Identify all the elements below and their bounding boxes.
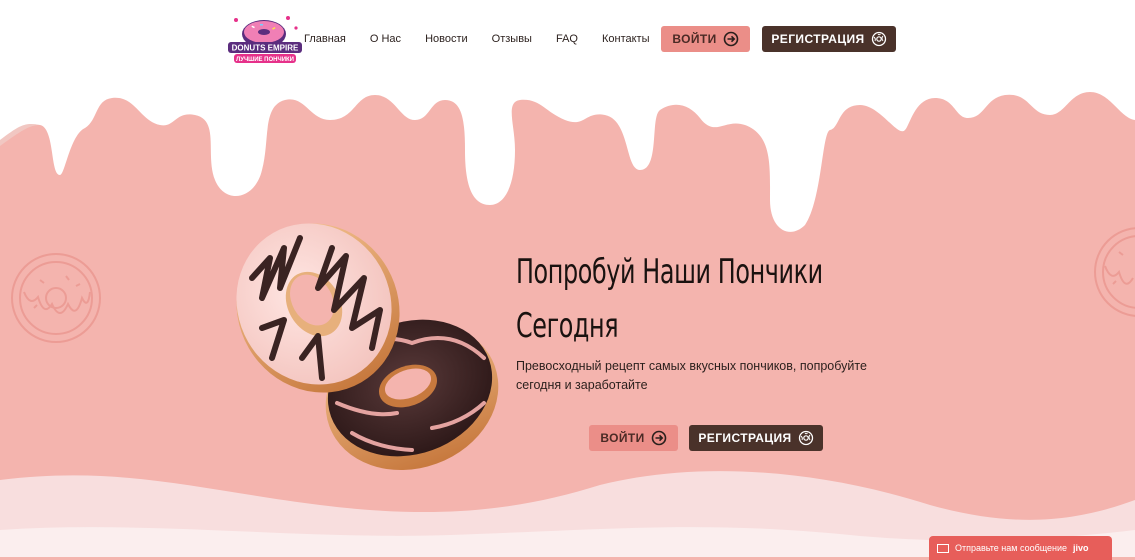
donut-outline-decoration-right (1094, 227, 1135, 317)
donut-outline-decoration (11, 253, 101, 343)
hero-subtitle: Превосходный рецепт самых вкусных пончик… (516, 359, 867, 392)
header-login-label: ВОЙТИ (672, 32, 717, 46)
header-register-label: РЕГИСТРАЦИЯ (771, 32, 865, 46)
logo-title: DONUTS EMPIRE (232, 44, 299, 53)
nav-about[interactable]: О Нас (370, 31, 401, 47)
arrow-right-circle-icon (651, 430, 666, 446)
chat-widget-brand: jivo (1073, 543, 1089, 553)
donut-icon (871, 31, 886, 47)
arrow-right-circle-icon (723, 31, 738, 47)
hero-title-line2: Сегодня (516, 306, 619, 346)
logo-tagline: ЛУЧШИЕ ПОНЧИКИ (236, 57, 294, 63)
header-register-button[interactable]: РЕГИСТРАЦИЯ (762, 26, 896, 52)
hero-title-line1: Попробуй Наши Пончики (516, 252, 823, 292)
nav-home[interactable]: Главная (304, 31, 346, 47)
hero-register-label: РЕГИСТРАЦИЯ (698, 431, 792, 445)
hero-register-button[interactable]: РЕГИСТРАЦИЯ (689, 425, 823, 451)
nav-reviews[interactable]: Отзывы (492, 31, 532, 47)
site-header: DONUTS EMPIRE ЛУЧШИЕ ПОНЧИКИ Главная О Н… (0, 0, 1135, 80)
nav-news[interactable]: Новости (425, 31, 468, 47)
donuts-illustration (236, 223, 499, 471)
hero-login-button[interactable]: ВОЙТИ (589, 425, 678, 451)
envelope-icon (937, 543, 949, 553)
donuts-empire-logo[interactable]: DONUTS EMPIRE ЛУЧШИЕ ПОНЧИКИ (226, 12, 304, 68)
chat-widget-label: Отправьте нам сообщение (955, 543, 1068, 553)
nav-contacts[interactable]: Контакты (602, 31, 650, 47)
main-nav: Главная О Нас Новости Отзывы FAQ Контакт… (304, 31, 673, 47)
nav-faq[interactable]: FAQ (556, 31, 578, 47)
chat-widget[interactable]: Отправьте нам сообщение jivo (929, 536, 1112, 560)
donut-icon (798, 430, 813, 446)
header-login-button[interactable]: ВОЙТИ (661, 26, 750, 52)
hero-login-label: ВОЙТИ (600, 431, 645, 445)
hero-title: Попробуй Наши Пончики Сегодня (516, 245, 823, 353)
